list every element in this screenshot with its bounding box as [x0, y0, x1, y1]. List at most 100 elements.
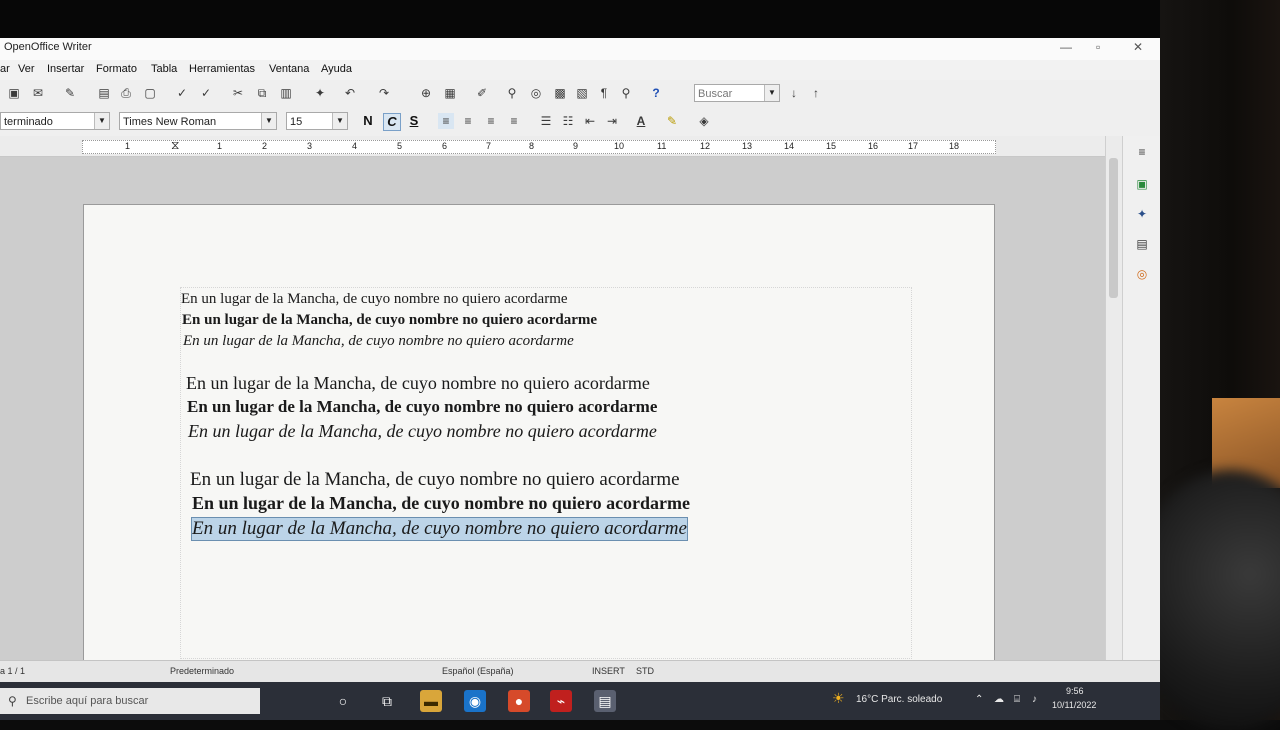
taskbar-search-input[interactable]: ⚲ Escribe aquí para buscar: [0, 688, 260, 714]
sidebar-menu-icon[interactable]: ≡: [1134, 144, 1150, 160]
autospellcheck-icon[interactable]: ✓: [198, 85, 214, 101]
menu-ventana[interactable]: Ventana: [269, 63, 309, 75]
gallery-panel-icon[interactable]: ▤: [1134, 236, 1150, 252]
insert-mode[interactable]: INSERT: [592, 666, 625, 676]
draw-functions-icon[interactable]: ✐: [474, 85, 490, 101]
menu-ayuda[interactable]: Ayuda: [321, 63, 352, 75]
language-status[interactable]: Español (España): [442, 666, 514, 676]
align-justify-icon[interactable]: ≡: [506, 113, 522, 129]
chevron-down-icon[interactable]: ▼: [764, 85, 779, 101]
italic-button[interactable]: C: [383, 113, 401, 131]
file-explorer-icon[interactable]: ▬: [420, 690, 442, 712]
background-color-icon[interactable]: ◈: [696, 113, 712, 129]
minimize-button[interactable]: —: [1060, 40, 1072, 54]
menu-archivo[interactable]: ar: [0, 63, 10, 75]
edit-file-icon[interactable]: ✎: [62, 85, 78, 101]
paragraph-line[interactable]: En un lugar de la Mancha, de cuyo nombre…: [187, 397, 657, 417]
ruler-indent-marker[interactable]: ⧖: [171, 138, 179, 153]
task-view-icon[interactable]: ⧉: [376, 690, 398, 712]
cut-icon[interactable]: ✂: [230, 85, 246, 101]
underline-button[interactable]: S: [406, 113, 422, 129]
paragraph-style-select[interactable]: terminado ▼: [0, 112, 110, 130]
openoffice-writer-icon[interactable]: ▤: [594, 690, 616, 712]
find-replace-icon[interactable]: ⚲: [504, 85, 520, 101]
align-left-icon[interactable]: ≡: [438, 113, 454, 129]
help-icon[interactable]: ?: [648, 85, 664, 101]
paragraph-line[interactable]: En un lugar de la Mancha, de cuyo nombre…: [183, 333, 574, 350]
clock-date[interactable]: 10/11/2022: [1052, 700, 1096, 710]
selection-mode[interactable]: STD: [636, 666, 654, 676]
decrease-indent-icon[interactable]: ⇤: [582, 113, 598, 129]
close-button[interactable]: ✕: [1133, 40, 1143, 54]
bullets-icon[interactable]: ☷: [560, 113, 576, 129]
paragraph-line[interactable]: En un lugar de la Mancha, de cuyo nombre…: [190, 469, 680, 491]
formatting-marks-icon[interactable]: ¶: [596, 85, 612, 101]
font-color-icon[interactable]: A: [633, 113, 649, 129]
zoom-icon[interactable]: ⚲: [618, 85, 634, 101]
chevron-down-icon[interactable]: ▼: [332, 113, 347, 129]
email-icon[interactable]: ✉: [30, 85, 46, 101]
vertical-scrollbar[interactable]: [1105, 136, 1122, 669]
menu-ver[interactable]: Ver: [18, 63, 35, 75]
ruler-number: 10: [614, 141, 625, 151]
chevron-down-icon[interactable]: ▼: [94, 113, 109, 129]
align-center-icon[interactable]: ≡: [460, 113, 476, 129]
properties-icon[interactable]: ▣: [1134, 176, 1150, 192]
gallery-icon[interactable]: ▩: [552, 85, 568, 101]
paragraph-line[interactable]: En un lugar de la Mancha, de cuyo nombre…: [186, 373, 650, 394]
font-size-select[interactable]: 15 ▼: [286, 112, 348, 130]
chevron-down-icon[interactable]: ▼: [261, 113, 276, 129]
print-preview-icon[interactable]: ▢: [142, 85, 158, 101]
tray-overflow-icon[interactable]: ⌃: [975, 694, 983, 705]
navigator-icon[interactable]: ◎: [528, 85, 544, 101]
save-icon[interactable]: ▣: [6, 85, 22, 101]
navigator-panel-icon[interactable]: ◎: [1134, 266, 1150, 282]
paragraph-line[interactable]: En un lugar de la Mancha, de cuyo nombre…: [192, 493, 690, 514]
find-previous-icon[interactable]: ↑: [808, 85, 824, 101]
font-name-select[interactable]: Times New Roman ▼: [119, 112, 277, 130]
menu-herramientas[interactable]: Herramientas: [189, 63, 255, 75]
weather-text[interactable]: 16°C Parc. soleado: [856, 694, 942, 705]
acrobat-icon[interactable]: ⌁: [550, 690, 572, 712]
chrome-icon[interactable]: ●: [508, 690, 530, 712]
hyperlink-icon[interactable]: ⊕: [418, 85, 434, 101]
styles-icon[interactable]: ✦: [1134, 206, 1150, 222]
volume-icon[interactable]: ♪: [1032, 694, 1037, 705]
weather-icon[interactable]: ☀: [832, 690, 845, 707]
horizontal-ruler[interactable]: 1 ⧖ 1 2 3 4 5 6 7 8 9 10 11 12 13 14 15 …: [0, 136, 1105, 157]
edge-icon[interactable]: ◉: [464, 690, 486, 712]
bold-button[interactable]: N: [360, 113, 376, 129]
scrollbar-thumb[interactable]: [1109, 158, 1118, 298]
highlight-icon[interactable]: ✎: [664, 113, 680, 129]
clock-time[interactable]: 9:56: [1066, 686, 1084, 696]
redo-icon[interactable]: ↷: [376, 85, 392, 101]
numbering-icon[interactable]: ☰: [538, 113, 554, 129]
document-page[interactable]: En un lugar de la Mancha, de cuyo nombre…: [84, 205, 994, 675]
spellcheck-icon[interactable]: ✓: [174, 85, 190, 101]
cloud-icon[interactable]: ☁: [994, 694, 1004, 705]
cortana-icon[interactable]: ○: [332, 690, 354, 712]
increase-indent-icon[interactable]: ⇥: [604, 113, 620, 129]
paragraph-line[interactable]: En un lugar de la Mancha, de cuyo nombre…: [181, 291, 568, 308]
copy-icon[interactable]: ⧉: [254, 85, 270, 101]
undo-icon[interactable]: ↶: [342, 85, 358, 101]
format-paintbrush-icon[interactable]: ✦: [312, 85, 328, 101]
print-icon[interactable]: ⎙: [118, 85, 134, 101]
paste-icon[interactable]: ▥: [278, 85, 294, 101]
export-pdf-icon[interactable]: ▤: [96, 85, 112, 101]
paragraph-line[interactable]: En un lugar de la Mancha, de cuyo nombre…: [182, 312, 597, 329]
table-icon[interactable]: ▦: [442, 85, 458, 101]
menu-tabla[interactable]: Tabla: [151, 63, 177, 75]
document-area[interactable]: En un lugar de la Mancha, de cuyo nombre…: [0, 157, 1105, 675]
find-search-input[interactable]: Buscar ▼: [694, 84, 780, 102]
selected-paragraph-line[interactable]: En un lugar de la Mancha, de cuyo nombre…: [191, 517, 688, 541]
data-sources-icon[interactable]: ▧: [574, 85, 590, 101]
paragraph-line[interactable]: En un lugar de la Mancha, de cuyo nombre…: [188, 421, 657, 442]
page-style[interactable]: Predeterminado: [170, 666, 234, 676]
network-icon[interactable]: ⌸: [1014, 694, 1020, 705]
align-right-icon[interactable]: ≡: [483, 113, 499, 129]
maximize-button[interactable]: ▫: [1096, 40, 1100, 54]
menu-insertar[interactable]: Insertar: [47, 63, 84, 75]
find-next-icon[interactable]: ↓: [786, 85, 802, 101]
menu-formato[interactable]: Formato: [96, 63, 137, 75]
